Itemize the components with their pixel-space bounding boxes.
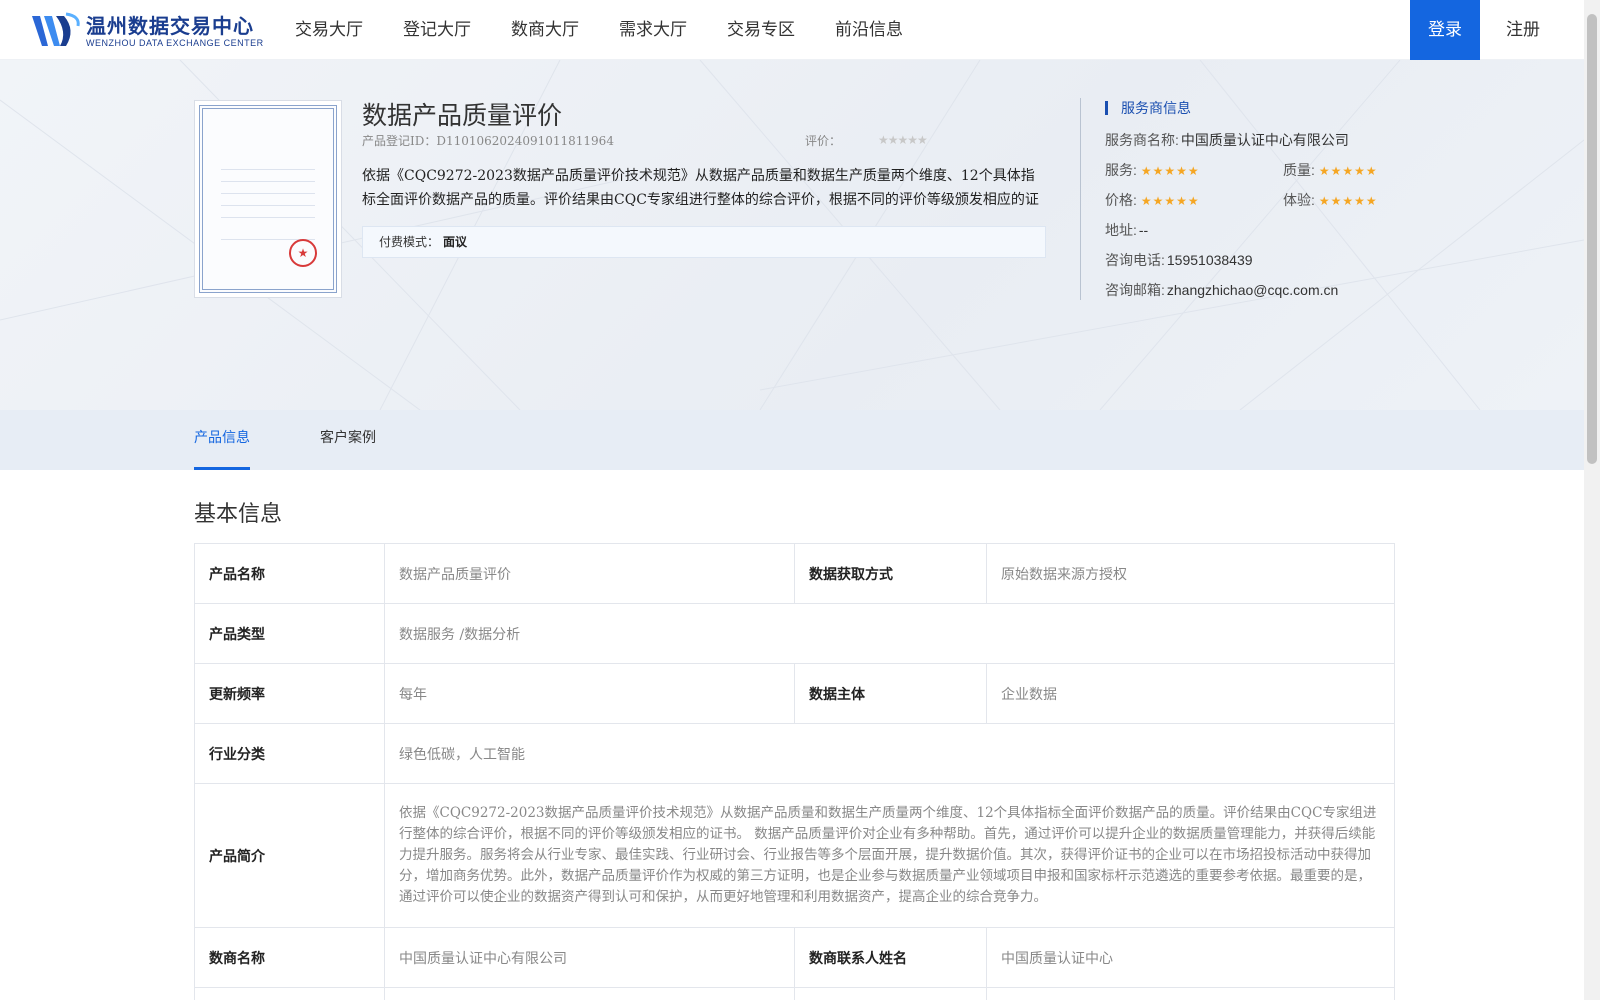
- table-row: 产品简介 依据《CQC9272-2023数据产品质量评价技术规范》从数据产品质量…: [194, 783, 1395, 928]
- empty-key: [194, 987, 385, 1000]
- quality-label: 质量:: [1283, 162, 1315, 178]
- product-registration-id: 产品登记ID：D1101062024091011811964: [362, 134, 614, 148]
- provider-name-label: 服务商名称:: [1105, 132, 1179, 148]
- scrollbar-thumb[interactable]: [1587, 14, 1597, 464]
- product-type-key: 产品类型: [194, 603, 385, 664]
- table-row: 产品名称 数据产品质量评价 数据获取方式 原始数据来源方授权: [194, 543, 1395, 604]
- section-title: 基本信息: [194, 502, 283, 527]
- experience-label: 体验:: [1283, 192, 1315, 208]
- acquire-method-key: 数据获取方式: [794, 543, 987, 604]
- phone-row: 咨询电话: 15951038439: [1105, 250, 1253, 270]
- product-intro-value: 依据《CQC9272-2023数据产品质量评价技术规范》从数据产品质量和数据生产…: [384, 783, 1395, 928]
- provider-name-value: 中国质量认证中心有限公司: [1180, 132, 1349, 148]
- address-value: --: [1138, 222, 1149, 238]
- quality-stars-icon: ★★★★★: [1318, 164, 1378, 178]
- vendor-name-value: 中国质量认证中心有限公司: [384, 927, 795, 988]
- nav-trading-hall[interactable]: 交易大厅: [295, 0, 363, 60]
- basic-info-table: 产品名称 数据产品质量评价 数据获取方式 原始数据来源方授权 产品类型 数据服务…: [194, 543, 1395, 1000]
- empty-key: [794, 987, 987, 1000]
- logo-icon: [30, 12, 82, 50]
- email-label: 咨询邮箱:: [1105, 282, 1165, 298]
- rating-label: 评价：: [805, 134, 842, 148]
- nav-vendor-hall[interactable]: 数商大厅: [511, 0, 579, 60]
- vertical-divider: [1080, 98, 1081, 300]
- fee-mode-label: 付费模式：: [379, 235, 440, 249]
- table-row: [194, 987, 1395, 1000]
- logo-en-text: WENZHOU DATA EXCHANGE CENTER: [86, 37, 264, 48]
- data-subject-value: 企业数据: [986, 663, 1395, 724]
- experience-stars-icon: ★★★★★: [1318, 194, 1378, 208]
- nav-frontier-info[interactable]: 前沿信息: [835, 0, 903, 60]
- product-type-value: 数据服务 /数据分析: [384, 603, 1395, 664]
- address-row: 地址: --: [1105, 220, 1148, 240]
- table-row: 更新频率 每年 数据主体 企业数据: [194, 663, 1395, 724]
- industry-key: 行业分类: [194, 723, 385, 784]
- provider-name-row: 服务商名称: 中国质量认证中心有限公司: [1105, 130, 1349, 150]
- nav-registration-hall[interactable]: 登记大厅: [403, 0, 471, 60]
- price-rating-row: 价格: ★★★★★: [1105, 190, 1200, 210]
- acquire-method-value: 原始数据来源方授权: [986, 543, 1395, 604]
- fee-mode-value: 面议: [443, 235, 468, 249]
- phone-value: 15951038439: [1166, 252, 1253, 268]
- email-value: zhangzhichao@cqc.com.cn: [1166, 282, 1339, 298]
- product-intro-key: 产品简介: [194, 783, 385, 928]
- page-scrollbar[interactable]: [1584, 0, 1600, 1000]
- table-row: 行业分类 绿色低碳，人工智能: [194, 723, 1395, 784]
- service-rating-row: 服务: ★★★★★: [1105, 160, 1200, 180]
- product-name-value: 数据产品质量评价: [384, 543, 795, 604]
- product-description: 依据《CQC9272-2023数据产品质量评价技术规范》从数据产品质量和数据生产…: [362, 168, 1039, 208]
- data-subject-key: 数据主体: [794, 663, 987, 724]
- service-label: 服务:: [1105, 162, 1137, 178]
- product-hero: ★ 数据产品质量评价 产品登记ID：D110106202409101181196…: [0, 60, 1584, 410]
- vendor-name-key: 数商名称: [194, 927, 385, 988]
- certificate-image: ★: [194, 100, 342, 298]
- product-title: 数据产品质量评价: [362, 101, 563, 130]
- quality-rating-row: 质量: ★★★★★: [1283, 160, 1378, 180]
- service-stars-icon: ★★★★★: [1140, 164, 1200, 178]
- update-frequency-value: 每年: [384, 663, 795, 724]
- table-row: 数商名称 中国质量认证中心有限公司 数商联系人姓名 中国质量认证中心: [194, 927, 1395, 988]
- update-frequency-key: 更新频率: [194, 663, 385, 724]
- seal-icon: ★: [289, 239, 317, 267]
- detail-tabs: 产品信息 客户案例: [0, 410, 1584, 470]
- table-row: 产品类型 数据服务 /数据分析: [194, 603, 1395, 664]
- main-nav: 交易大厅 登记大厅 数商大厅 需求大厅 交易专区 前沿信息: [295, 0, 943, 60]
- fee-mode-box: 付费模式： 面议: [362, 226, 1046, 258]
- empty-value: [384, 987, 795, 1000]
- provider-heading: 服务商信息: [1105, 98, 1191, 118]
- tab-product-info[interactable]: 产品信息: [194, 410, 250, 470]
- vendor-contact-value: 中国质量认证中心: [986, 927, 1395, 988]
- site-logo[interactable]: 温州数据交易中心 WENZHOU DATA EXCHANGE CENTER: [30, 12, 264, 50]
- industry-value: 绿色低碳，人工智能: [384, 723, 1395, 784]
- vendor-contact-key: 数商联系人姓名: [794, 927, 987, 988]
- tab-customer-cases[interactable]: 客户案例: [320, 410, 376, 470]
- product-name-key: 产品名称: [194, 543, 385, 604]
- experience-rating-row: 体验: ★★★★★: [1283, 190, 1378, 210]
- price-stars-icon: ★★★★★: [1140, 194, 1200, 208]
- rating-stars-icon: ★★★★★: [878, 133, 928, 147]
- phone-label: 咨询电话:: [1105, 252, 1165, 268]
- register-button[interactable]: 注册: [1488, 0, 1558, 60]
- logo-cn-text: 温州数据交易中心: [86, 13, 254, 38]
- top-header: 温州数据交易中心 WENZHOU DATA EXCHANGE CENTER 交易…: [0, 0, 1584, 60]
- nav-demand-hall[interactable]: 需求大厅: [619, 0, 687, 60]
- address-label: 地址:: [1105, 222, 1137, 238]
- login-button[interactable]: 登录: [1410, 0, 1480, 60]
- price-label: 价格:: [1105, 192, 1137, 208]
- nav-trading-zone[interactable]: 交易专区: [727, 0, 795, 60]
- email-row: 咨询邮箱: zhangzhichao@cqc.com.cn: [1105, 280, 1338, 300]
- empty-value: [986, 987, 1395, 1000]
